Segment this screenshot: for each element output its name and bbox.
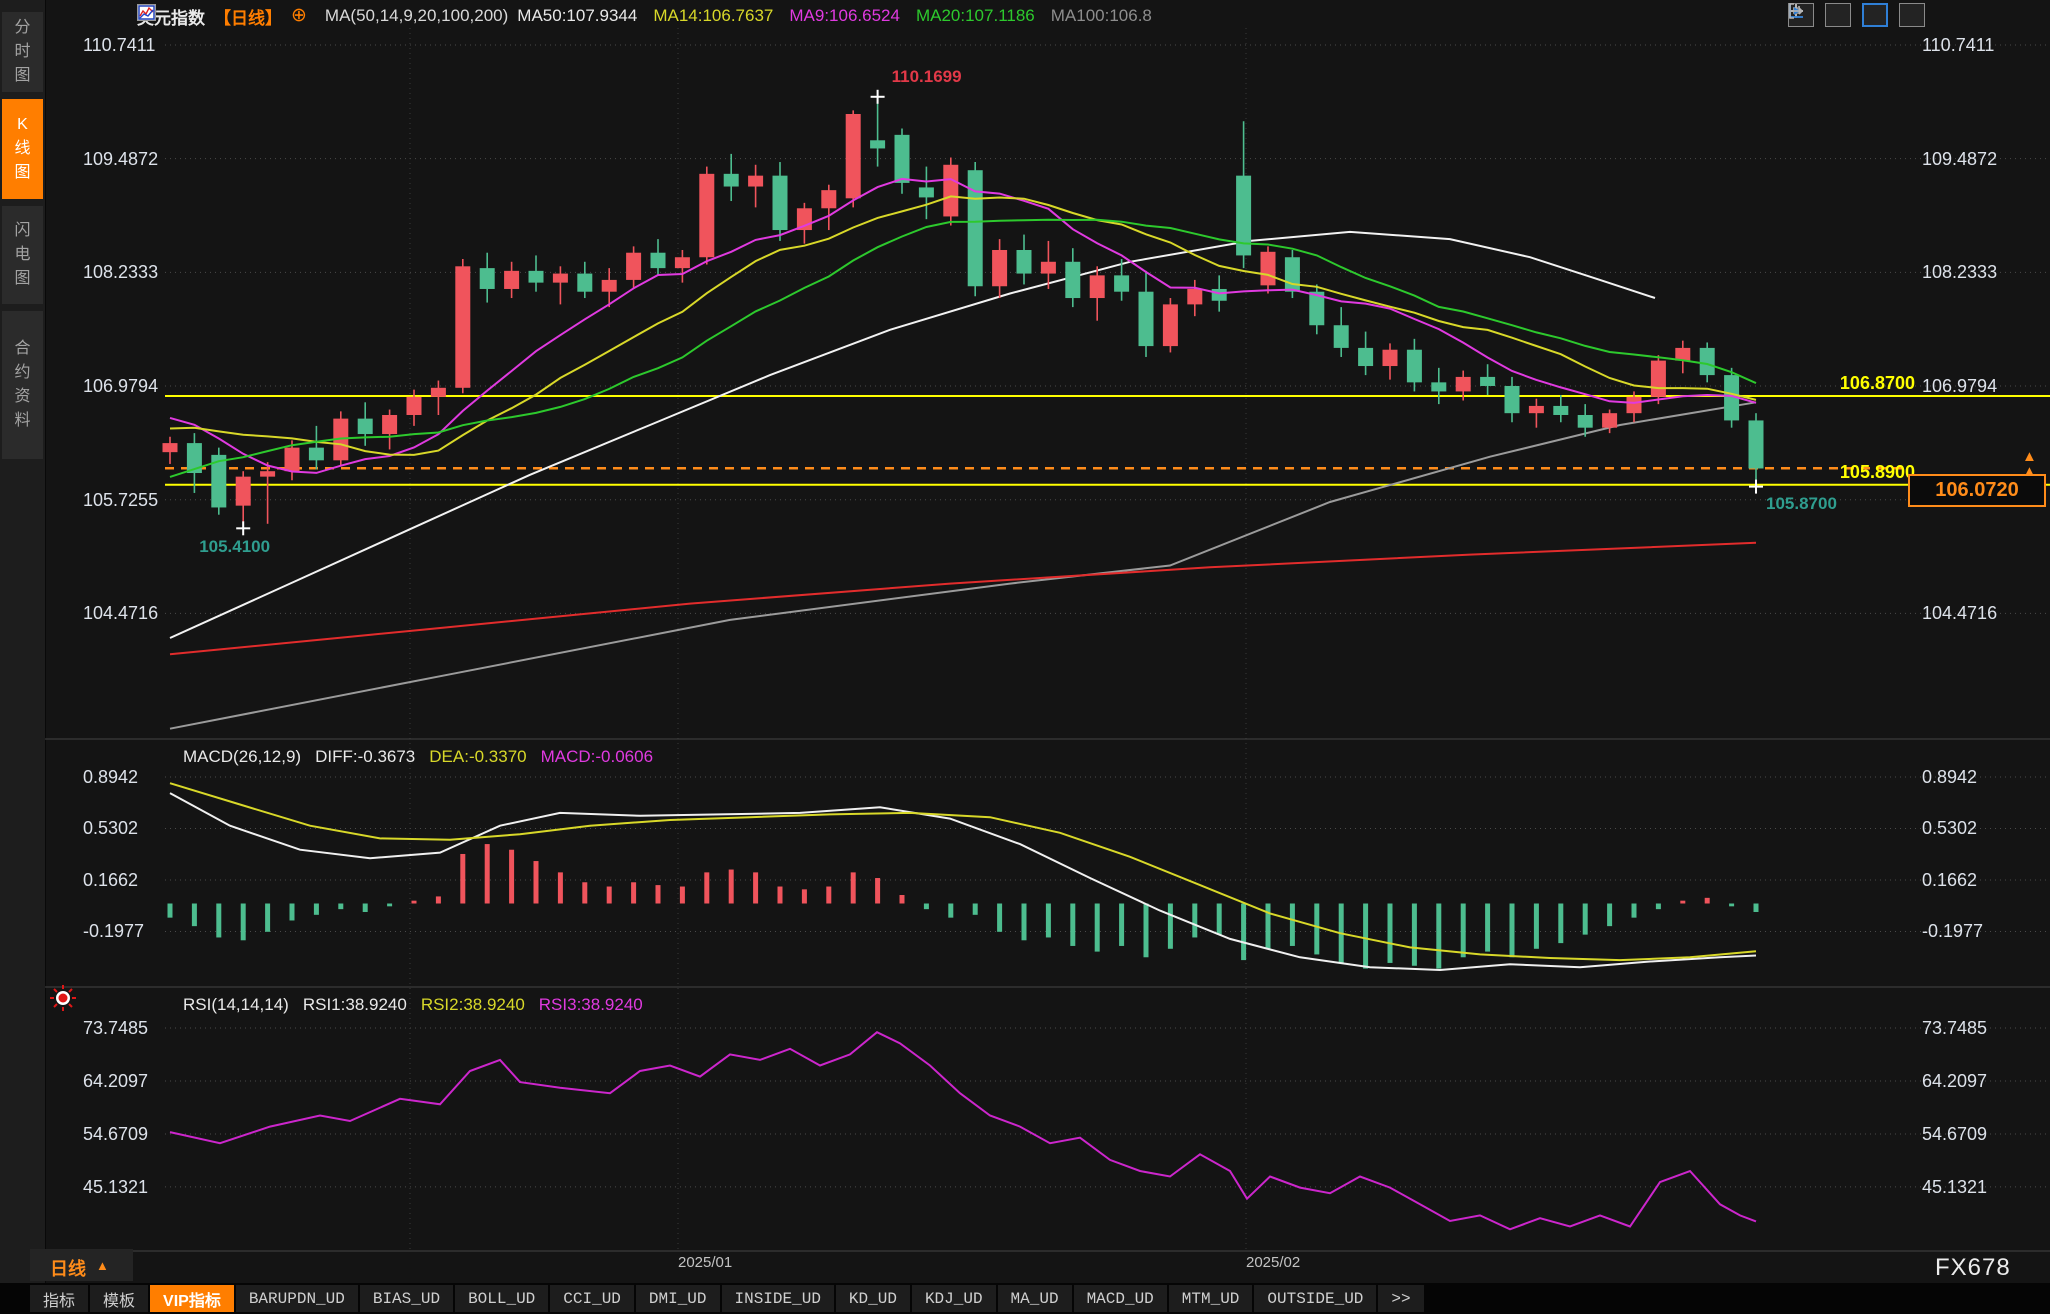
period-dropdown-icon[interactable]: ▲ [96, 1258, 109, 1273]
axis-label: 73.7485 [1922, 1017, 1987, 1039]
indicator-tab-INSIDE_UD[interactable]: INSIDE_UD [722, 1285, 834, 1312]
indicator-tab-DMI_UD[interactable]: DMI_UD [636, 1285, 720, 1312]
rsi2-value: RSI2:38.9240 [421, 995, 525, 1015]
axis-label: 54.6709 [83, 1123, 148, 1145]
axis-label: 108.2333 [1922, 261, 1997, 283]
period-label[interactable]: 日线 [50, 1255, 86, 1281]
indicator-tab-OUTSIDE_UD[interactable]: OUTSIDE_UD [1254, 1285, 1376, 1312]
axis-label: 110.7411 [83, 34, 155, 56]
resistance-level-label: 106.8700 [1805, 373, 1915, 394]
axis-label: 109.4872 [83, 148, 158, 170]
rsi-title: RSI(14,14,14) [183, 995, 289, 1015]
rsi-label-row: RSI(14,14,14) RSI1:38.9240 RSI2:38.9240 … [183, 995, 643, 1015]
indicator-tab-指标[interactable]: 指标 [30, 1285, 88, 1312]
axis-label: 106.9794 [83, 375, 158, 397]
axis-label: 110.7411 [1922, 34, 1994, 56]
indicator-tab-MA_UD[interactable]: MA_UD [998, 1285, 1072, 1312]
axis-label: 0.1662 [83, 869, 138, 891]
axis-label: 108.2333 [83, 261, 158, 283]
axis-label: 106.9794 [1922, 375, 1997, 397]
axis-label: 104.4716 [1922, 602, 1997, 624]
axis-label: 45.1321 [83, 1176, 148, 1198]
app-window: 分时图K线图闪电图合约资料 美元指数 【日线】 ⊕ MA(50,14,9,20,… [0, 0, 2050, 1314]
axis-label: 0.5302 [1922, 817, 1977, 839]
high-price-annotation: 110.1699 [892, 67, 962, 87]
indicator-tab-VIP指标[interactable]: VIP指标 [150, 1285, 234, 1312]
axis-label: 109.4872 [1922, 148, 1997, 170]
x-axis-label: 2025/01 [678, 1254, 732, 1271]
indicator-tab->>[interactable]: >> [1378, 1285, 1423, 1312]
support-level-label: 105.8900 [1805, 462, 1915, 483]
axis-label: 0.1662 [1922, 869, 1977, 891]
macd-label-row: MACD(26,12,9) DIFF:-0.3673 DEA:-0.3370 M… [183, 747, 653, 767]
axis-label: 0.8942 [83, 766, 138, 788]
macd-dea-value: DEA:-0.3370 [429, 747, 526, 767]
macd-diff-value: DIFF:-0.3673 [315, 747, 415, 767]
indicator-tab-MTM_UD[interactable]: MTM_UD [1169, 1285, 1253, 1312]
indicator-tab-KDJ_UD[interactable]: KDJ_UD [912, 1285, 996, 1312]
rsi1-value: RSI1:38.9240 [303, 995, 407, 1015]
axis-label: 54.6709 [1922, 1123, 1987, 1145]
recent-low-annotation: 105.8700 [1766, 494, 1837, 514]
x-axis-label: 2025/02 [1246, 1254, 1300, 1271]
price-up-arrow-icon: ▲▲ [2022, 449, 2037, 479]
axis-label: 64.2097 [83, 1070, 148, 1092]
axis-label: 0.5302 [83, 817, 138, 839]
axis-label: 64.2097 [1922, 1070, 1987, 1092]
brand-watermark: FX678 [1935, 1254, 2011, 1282]
macd-title: MACD(26,12,9) [183, 747, 301, 767]
rsi3-value: RSI3:38.9240 [539, 995, 643, 1015]
indicator-tab-BOLL_UD[interactable]: BOLL_UD [455, 1285, 548, 1312]
indicator-tab-BIAS_UD[interactable]: BIAS_UD [360, 1285, 453, 1312]
axis-label: -0.1977 [1922, 920, 1983, 942]
indicator-tab-MACD_UD[interactable]: MACD_UD [1074, 1285, 1167, 1312]
indicator-tab-BARUPDN_UD[interactable]: BARUPDN_UD [236, 1285, 358, 1312]
axis-label: 45.1321 [1922, 1176, 1987, 1198]
axis-label: 105.7255 [83, 489, 158, 511]
indicator-tab-CCI_UD[interactable]: CCI_UD [550, 1285, 634, 1312]
indicator-tabbar: 指标模板VIP指标BARUPDN_UDBIAS_UDBOLL_UDCCI_UDD… [0, 1283, 2050, 1314]
macd-value: MACD:-0.0606 [541, 747, 653, 767]
axis-label: 0.8942 [1922, 766, 1977, 788]
swing-low-annotation: 105.4100 [199, 537, 270, 557]
axis-label: 73.7485 [83, 1017, 148, 1039]
axis-label: 104.4716 [83, 602, 158, 624]
indicator-tab-KD_UD[interactable]: KD_UD [836, 1285, 910, 1312]
indicator-tab-模板[interactable]: 模板 [90, 1285, 148, 1312]
axis-label: -0.1977 [83, 920, 144, 942]
chart-canvas[interactable] [0, 0, 2050, 1283]
